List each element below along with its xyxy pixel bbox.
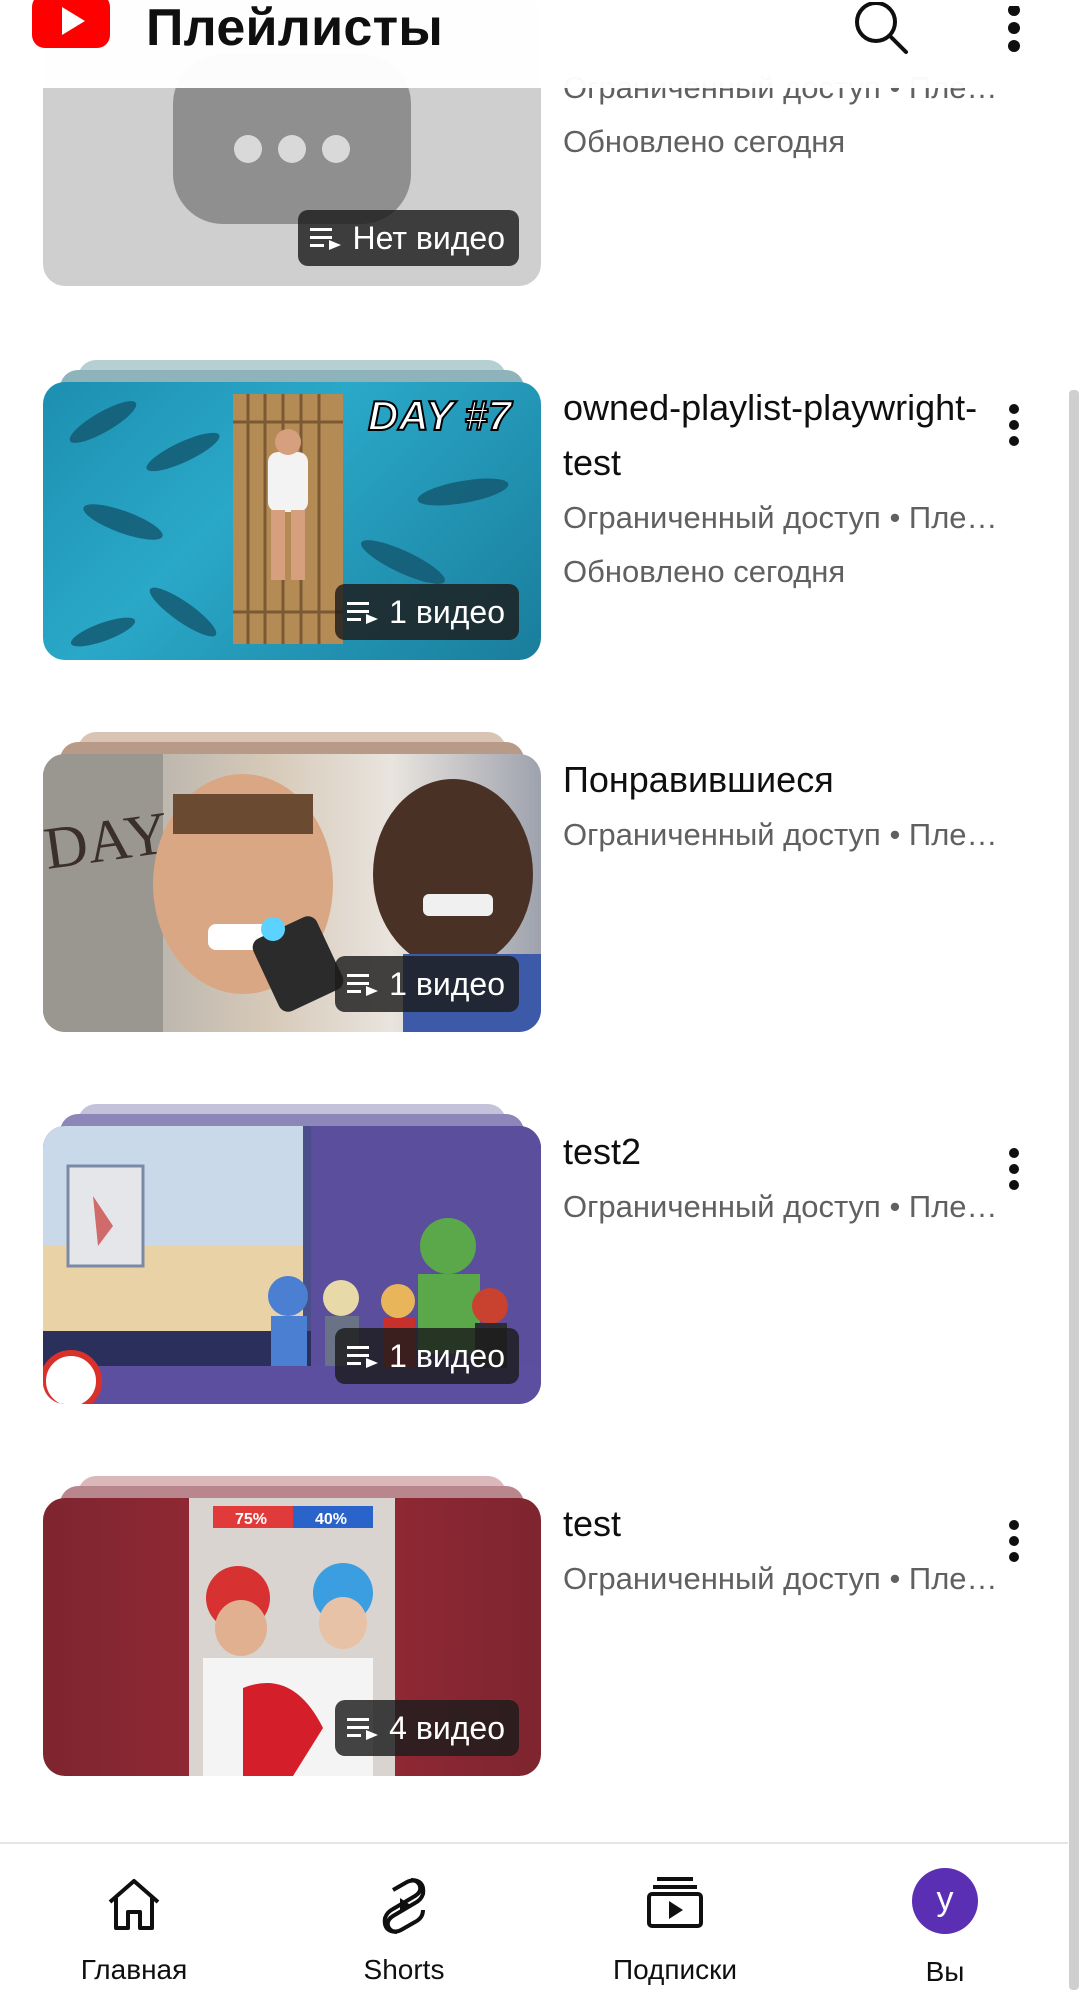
video-count-badge: Нет видео <box>298 210 519 266</box>
more-vert-icon <box>1009 404 1019 446</box>
playlist-updated: Обновлено сегодня <box>563 124 846 159</box>
home-icon <box>108 1879 160 1930</box>
video-count-badge: 4 видео <box>335 1700 519 1756</box>
badge-label: 4 видео <box>389 1709 505 1746</box>
playlist-item[interactable]: 1 видео test2 Ограниченный доступ • Пле… <box>0 1104 1070 1404</box>
playlist-visibility: Ограниченный доступ • Пле… <box>563 500 998 535</box>
playlist-more-button[interactable] <box>985 1134 1043 1204</box>
playlist-item-liked[interactable]: DAY 94 1 видео Понравившиеся Ограниченны… <box>0 732 1070 1032</box>
playlist-visibility: Ограниченный доступ • Пле… <box>563 817 998 852</box>
nav-you-label: Вы <box>925 1956 965 1987</box>
playlist-more-button[interactable] <box>985 390 1043 460</box>
search-button[interactable] <box>852 0 912 60</box>
thumbnail-left-percent: 75% <box>235 1511 267 1528</box>
shorts-icon <box>382 1878 426 1934</box>
nav-subscriptions-label: Подписки <box>612 1954 738 1985</box>
more-vert-icon <box>1008 6 1020 52</box>
playlist-more-button[interactable] <box>985 1506 1043 1576</box>
playlist-list: Нет видео Ограниченный доступ • Пле… Обн… <box>0 0 1081 1842</box>
playlist-icon <box>347 1718 379 1740</box>
playlist-title[interactable]: Понравившиеся <box>563 752 1033 807</box>
more-vert-icon <box>1009 1520 1019 1562</box>
playlist-visibility: Ограниченный доступ • Пле… <box>563 1189 998 1224</box>
playlist-info: owned-playlist-playwright-test Ограничен… <box>563 380 1033 594</box>
playlist-title[interactable]: owned-playlist-playwright-test <box>563 380 983 490</box>
thumbnail-text: DAY #7 <box>368 392 513 439</box>
youtube-logo-icon[interactable] <box>32 0 110 48</box>
playlist-thumbnail[interactable]: DAY 94 1 видео <box>43 754 541 1032</box>
playlist-thumbnail[interactable]: 75% 40% 4 видео <box>43 1498 541 1776</box>
nav-shorts-label: Shorts <box>363 1954 445 1985</box>
nav-subscriptions[interactable]: Подписки <box>575 1844 775 2001</box>
badge-label: 1 видео <box>389 965 505 1002</box>
page-title: Плейлисты <box>146 0 444 57</box>
playlist-updated: Обновлено сегодня <box>563 554 846 589</box>
nav-you[interactable]: у Вы <box>845 1844 1045 2001</box>
playlist-icon <box>347 1346 379 1368</box>
playlist-item[interactable]: 75% 40% 4 видео test Ограниченный доступ… <box>0 1476 1070 1776</box>
playlist-thumbnail[interactable]: DAY #7 1 видео <box>43 382 541 660</box>
bottom-navigation: Главная Shorts Подписки у Вы <box>0 1842 1068 2001</box>
search-icon <box>855 2 908 54</box>
playlist-visibility: Ограниченный доступ • Пле… <box>563 1561 998 1596</box>
playlist-item[interactable]: DAY #7 1 видео owned-playlist-playwright… <box>0 360 1070 660</box>
video-count-badge: 1 видео <box>335 956 519 1012</box>
playlist-icon <box>347 974 379 996</box>
subscriptions-icon <box>647 1877 703 1928</box>
badge-label: 1 видео <box>389 1337 505 1374</box>
playlist-icon <box>310 228 342 250</box>
playlist-info: test Ограниченный доступ • Пле… <box>563 1496 1033 1601</box>
playlist-info: Понравившиеся Ограниченный доступ • Пле… <box>563 752 1033 857</box>
nav-home[interactable]: Главная <box>34 1844 234 2001</box>
avatar: у <box>912 1868 978 1934</box>
more-options-button[interactable] <box>984 0 1044 60</box>
badge-label: 1 видео <box>389 593 505 630</box>
top-app-bar: Плейлисты <box>0 0 1081 88</box>
scrollbar[interactable] <box>1069 390 1079 1990</box>
playlist-info: test2 Ограниченный доступ • Пле… <box>563 1124 1033 1229</box>
playlist-title[interactable]: test <box>563 1496 1033 1551</box>
video-count-badge: 1 видео <box>335 584 519 640</box>
video-count-badge: 1 видео <box>335 1328 519 1384</box>
playlist-title[interactable]: test2 <box>563 1124 1033 1179</box>
thumbnail-right-percent: 40% <box>315 1511 347 1528</box>
more-vert-icon <box>1009 1148 1019 1190</box>
nav-shorts[interactable]: Shorts <box>304 1844 504 2001</box>
nav-home-label: Главная <box>80 1954 188 1985</box>
badge-label: Нет видео <box>352 219 505 256</box>
playlist-icon <box>347 602 379 624</box>
playlist-thumbnail[interactable]: 1 видео <box>43 1126 541 1404</box>
